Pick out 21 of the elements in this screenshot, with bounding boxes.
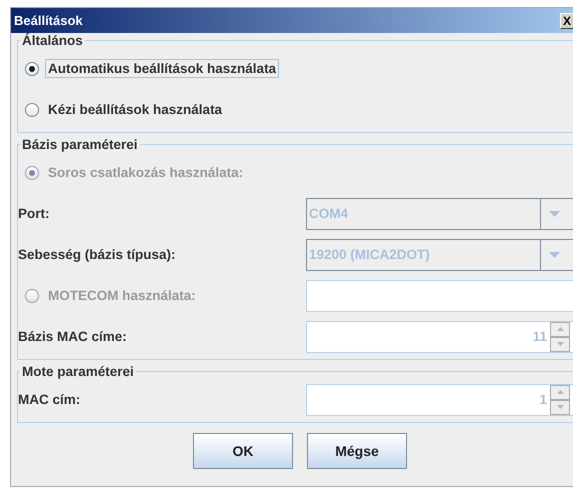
group-title: Bázis paraméterei: [21, 137, 139, 152]
dialog-button[interactable]: Mégse: [307, 433, 407, 469]
window-title: Beállítások: [14, 13, 83, 28]
dropdown-arrow-icon: [549, 210, 560, 216]
up-arrow-icon: [556, 327, 564, 331]
dropdown-arrow-icon: [549, 252, 560, 258]
field-label: Port:: [18, 206, 50, 221]
close-button[interactable]: X: [560, 12, 573, 28]
radio-button[interactable]: [25, 102, 39, 116]
down-arrow-icon: [556, 405, 564, 409]
up-arrow-icon: [556, 390, 564, 394]
radio-label[interactable]: Kézi beállítások használata: [45, 100, 226, 119]
dialog-button[interactable]: OK: [193, 433, 293, 469]
radio-button[interactable]: [25, 62, 39, 76]
field-label: Bázis MAC címe:: [18, 329, 127, 344]
radio-label[interactable]: Automatikus beállítások használata: [45, 59, 280, 78]
group-title: Általános: [21, 33, 84, 48]
field-label: MAC cím:: [18, 392, 80, 407]
down-arrow-icon: [556, 342, 564, 346]
group-title: Mote paraméterei: [21, 364, 135, 379]
field-label: Sebesség (bázis típusa):: [18, 247, 176, 262]
